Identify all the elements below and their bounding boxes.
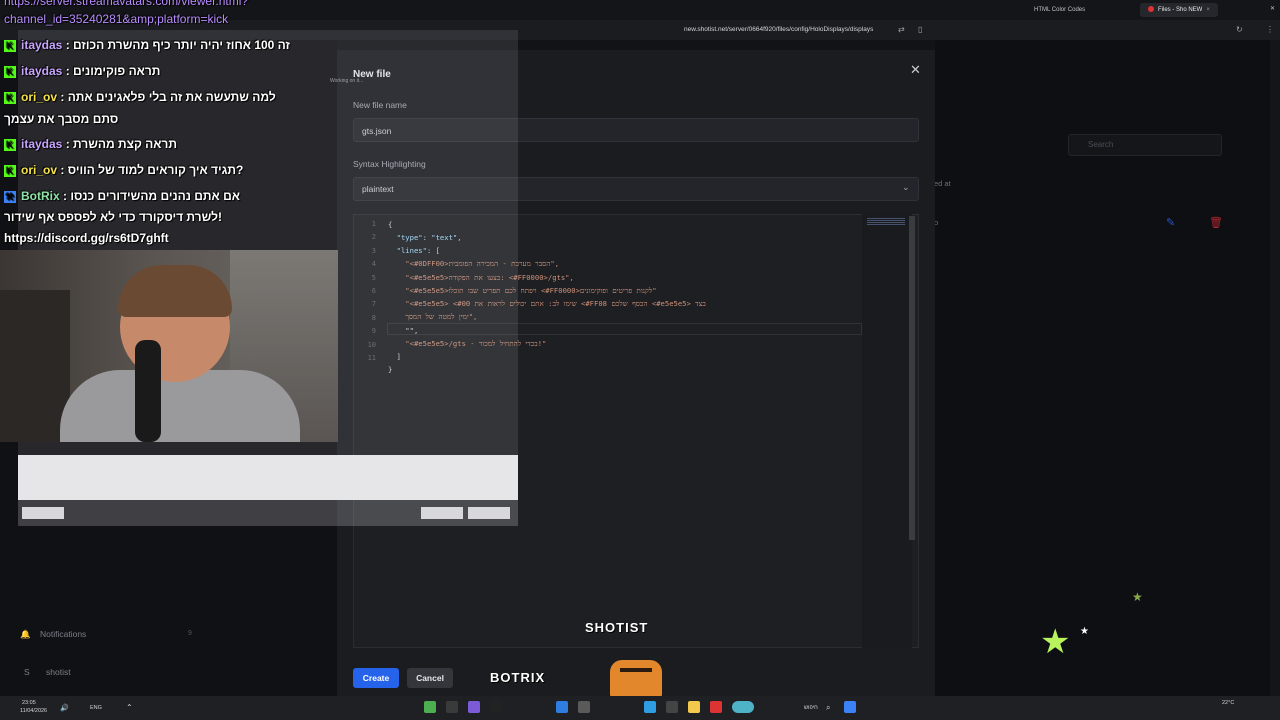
bookmark-icon[interactable]: ▯ <box>918 25 922 34</box>
reload-icon[interactable]: ↻ <box>1236 25 1243 34</box>
app-icon-green[interactable] <box>424 701 436 713</box>
search-placeholder: Search <box>1088 140 1114 149</box>
cancel-button[interactable]: Cancel <box>407 668 453 688</box>
chat-user: ori_ov <box>21 90 58 104</box>
clock-date: 11/04/2026 <box>20 708 48 714</box>
chevron-down-icon: ⌄ <box>902 182 910 192</box>
chat-header-url-1: https://server.streamavatars.com/viewer.… <box>4 0 249 8</box>
tab-label: HTML Color Codes <box>1034 7 1086 13</box>
chat-message: Kitaydas : תראה פוקימונים <box>4 64 160 78</box>
chat-message-cont: סתם מסבך את עצמך <box>4 112 119 126</box>
favicon-icon <box>1148 6 1154 13</box>
chat-text: : למה שתעשה את זה בלי פלאגינים אתה <box>57 90 276 104</box>
ghost-button-cancel <box>468 507 510 519</box>
webcam-feed <box>0 250 338 442</box>
taskbar <box>0 696 1280 720</box>
cam-hair <box>118 265 232 317</box>
ghost-dialog-footer <box>18 455 518 500</box>
volume-icon[interactable]: 🔊 <box>60 704 69 712</box>
app-icon-store[interactable] <box>644 701 656 713</box>
user-label[interactable]: shotist <box>46 667 71 677</box>
notifications-count: 9 <box>188 630 192 637</box>
kick-icon: K <box>4 91 16 104</box>
page-scrollbar[interactable] <box>1270 40 1280 696</box>
app-icon-gray[interactable] <box>578 701 590 713</box>
chat-message: Kori_ov : תגיד איך קוראים למוד של הוויס? <box>4 163 243 177</box>
create-button[interactable]: Create <box>353 668 399 688</box>
chat-text: : זה 100 אחוז יהיה יותר כיף מהשרת הכוזם <box>62 38 290 52</box>
close-tab-icon[interactable]: × <box>1206 7 1210 13</box>
browser-icon[interactable] <box>710 701 722 713</box>
tiger-mascot <box>610 660 662 700</box>
site-settings-icon[interactable]: ⇄ <box>898 25 905 34</box>
edit-icon[interactable]: ✎ <box>1166 216 1175 229</box>
folder-icon[interactable] <box>688 701 700 713</box>
chat-user: ori_ov <box>21 163 58 177</box>
bot-badge-icon: ⚒ <box>4 190 16 203</box>
chat-user: itaydas <box>21 38 63 52</box>
chat-message: Kitaydas : תראה קצת מהשרת <box>4 137 177 151</box>
language-indicator[interactable]: ENG <box>90 705 102 711</box>
notifications-label[interactable]: Notifications <box>40 629 86 639</box>
chat-text: : אם אתם נהנים מהשידורים כנסו <box>59 189 240 203</box>
weather-widget[interactable] <box>732 701 754 713</box>
taskbar-search[interactable]: חיפוש <box>804 705 818 711</box>
user-initial: S <box>24 667 30 677</box>
chat-text: : תראה קצת מהשרת <box>62 137 177 151</box>
kick-icon: K <box>4 39 16 52</box>
minimap-preview <box>867 218 905 226</box>
editor-scrollbar[interactable] <box>909 216 915 540</box>
clock-time: 23:05 <box>22 700 36 706</box>
menu-icon[interactable]: ⋮ <box>1266 25 1274 34</box>
close-icon[interactable]: ✕ <box>910 62 921 78</box>
screen: HTML Color Codes Files - Sho NEW × ✕ new.… <box>0 0 1280 720</box>
cam-arm <box>0 290 70 442</box>
tab-html-color-codes[interactable]: HTML Color Codes <box>1026 3 1093 17</box>
app-icon-blue[interactable] <box>556 701 568 713</box>
ghost-button-ok <box>421 507 463 519</box>
chat-user: itaydas <box>21 137 63 151</box>
chevron-up-icon[interactable]: ⌃ <box>126 703 133 712</box>
botrix-logo: BOTRIX <box>490 670 546 685</box>
chat-message: ⚒ BotRix : אם אתם נהנים מהשידורים כנסו <box>4 189 240 203</box>
window-close-icon[interactable]: ✕ <box>1262 2 1280 16</box>
tab-label: Files - Sho NEW <box>1158 7 1203 13</box>
shotist-logo: SHOTIST <box>585 620 649 635</box>
app-icon-obs[interactable] <box>468 701 480 713</box>
tab-files-sho-new[interactable]: Files - Sho NEW × <box>1140 3 1218 17</box>
app-icon-dark[interactable] <box>490 701 502 713</box>
app-icon-terminal[interactable] <box>446 701 458 713</box>
star-icon: ★ <box>1080 626 1089 637</box>
chat-message-cont: לשרת דיסקורד כדי לא לפספס אף שידור! <box>4 210 222 224</box>
chat-message: Kori_ov : למה שתעשה את זה בלי פלאגינים א… <box>4 90 276 104</box>
chat-header-url-2: channel_id=35240281&amp;platform=kick <box>4 12 229 26</box>
search-icon[interactable]: ⌕ <box>826 703 830 713</box>
star-icon: ★ <box>1132 590 1143 604</box>
chat-text: : תראה פוקימונים <box>62 64 161 78</box>
url-text[interactable]: new.shotist.net/server/0664f920/files/co… <box>684 26 873 33</box>
chat-message-link: https://discord.gg/rs6tD7ghft <box>4 231 169 245</box>
star-icon: ★ <box>1040 623 1071 661</box>
tiger-stripe <box>620 668 652 672</box>
windows-start-icon[interactable] <box>844 701 856 713</box>
weather-temp: 22°C <box>1222 700 1235 706</box>
trash-icon[interactable]: 🗑 <box>1209 216 1223 229</box>
bell-icon: 🔔 <box>20 629 31 639</box>
chat-overlay: https://server.streamavatars.com/viewer.… <box>0 0 340 250</box>
chat-user: BotRix <box>21 189 60 203</box>
microphone <box>135 340 161 442</box>
kick-icon: K <box>4 164 16 177</box>
chat-text: : תגיד איך קוראים למוד של הוויס? <box>57 163 244 177</box>
chat-user: itaydas <box>21 64 63 78</box>
column-header: ed at <box>934 179 951 188</box>
app-icon-camera[interactable] <box>666 701 678 713</box>
ghost-button-left <box>22 507 64 519</box>
chat-message: Kitaydas : זה 100 אחוז יהיה יותר כיף מהש… <box>4 38 290 52</box>
kick-icon: K <box>4 65 16 78</box>
minimap[interactable] <box>862 214 912 648</box>
kick-icon: K <box>4 138 16 151</box>
